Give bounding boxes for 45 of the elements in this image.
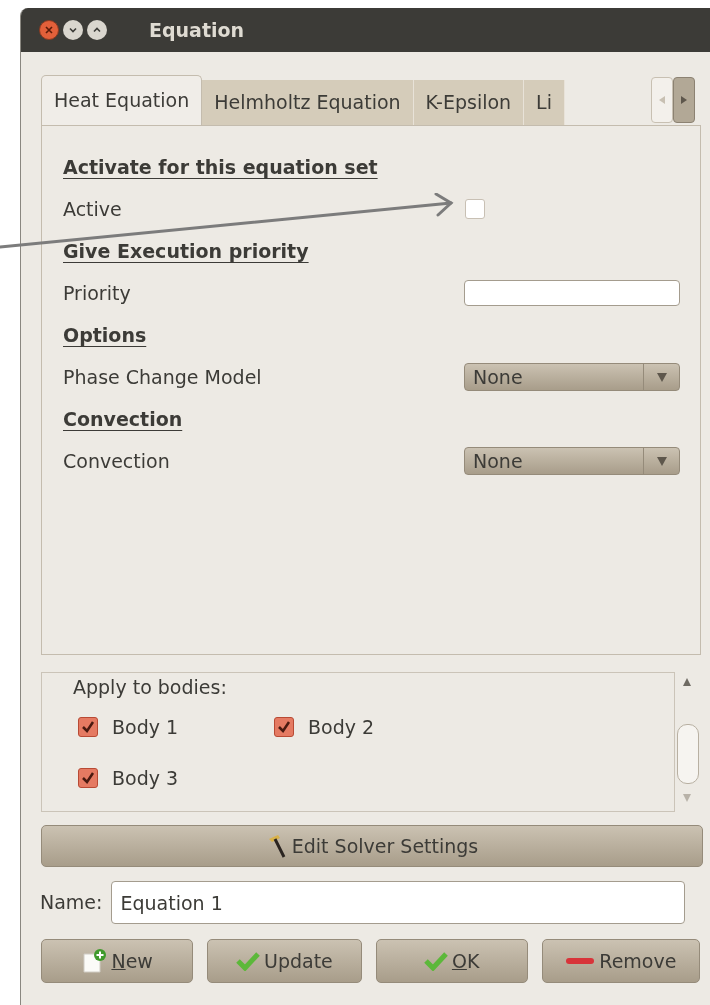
check-icon <box>423 951 448 971</box>
scroll-up-icon[interactable] <box>683 678 692 686</box>
minus-icon <box>565 956 596 966</box>
left-arrow-icon <box>658 95 666 105</box>
new-button[interactable]: New <box>41 939 194 983</box>
maximize-icon[interactable] <box>87 20 107 40</box>
minimize-icon[interactable] <box>63 20 83 40</box>
ok-button[interactable]: OK <box>375 939 528 983</box>
new-document-icon <box>81 948 108 974</box>
dropdown-arrow-icon[interactable] <box>656 456 667 466</box>
field-label: Active <box>63 196 122 222</box>
close-icon[interactable] <box>39 20 59 40</box>
checkbox[interactable] <box>78 717 98 738</box>
remove-button[interactable]: Remove <box>541 939 700 983</box>
tab[interactable]: Heat Equation <box>41 75 203 125</box>
section-heading: Convection <box>63 406 183 432</box>
field-label: Convection <box>63 448 170 474</box>
tab[interactable]: Helmholtz Equation <box>202 80 414 125</box>
checkbox[interactable] <box>465 199 485 219</box>
checkbox[interactable] <box>78 767 98 788</box>
bodies-label: Apply to bodies: <box>73 675 227 700</box>
dropdown-arrow-icon[interactable] <box>656 372 667 382</box>
update-button[interactable]: Update <box>207 939 362 983</box>
section-heading: Options <box>63 322 147 348</box>
field-label: Priority <box>63 280 131 306</box>
checkbox-label: Body 1 <box>112 715 179 740</box>
section-heading: Activate for this equation set <box>63 154 378 180</box>
right-arrow-icon <box>680 95 688 105</box>
scrollbar-thumb[interactable] <box>677 724 700 784</box>
dropdown[interactable]: None <box>464 447 680 475</box>
name-field[interactable]: Equation 1 <box>111 881 686 924</box>
checkbox-label: Body 3 <box>112 765 179 791</box>
name-label: Name: <box>40 890 103 916</box>
edit-solver-settings-button[interactable]: Edit Solver Settings <box>41 825 703 867</box>
window-title: Equation <box>149 17 245 43</box>
field-label: Phase Change Model <box>63 364 262 390</box>
checkbox-label: Body 2 <box>308 715 375 740</box>
dropdown[interactable]: None <box>464 363 680 391</box>
checkbox[interactable] <box>274 717 294 738</box>
tab[interactable]: K-Epsilon <box>413 80 525 125</box>
section-heading: Give Execution priority <box>63 238 309 264</box>
priority-field[interactable] <box>464 280 680 306</box>
check-icon <box>236 951 260 971</box>
tab[interactable]: Li <box>524 80 565 125</box>
scroll-right-button[interactable] <box>673 77 695 123</box>
